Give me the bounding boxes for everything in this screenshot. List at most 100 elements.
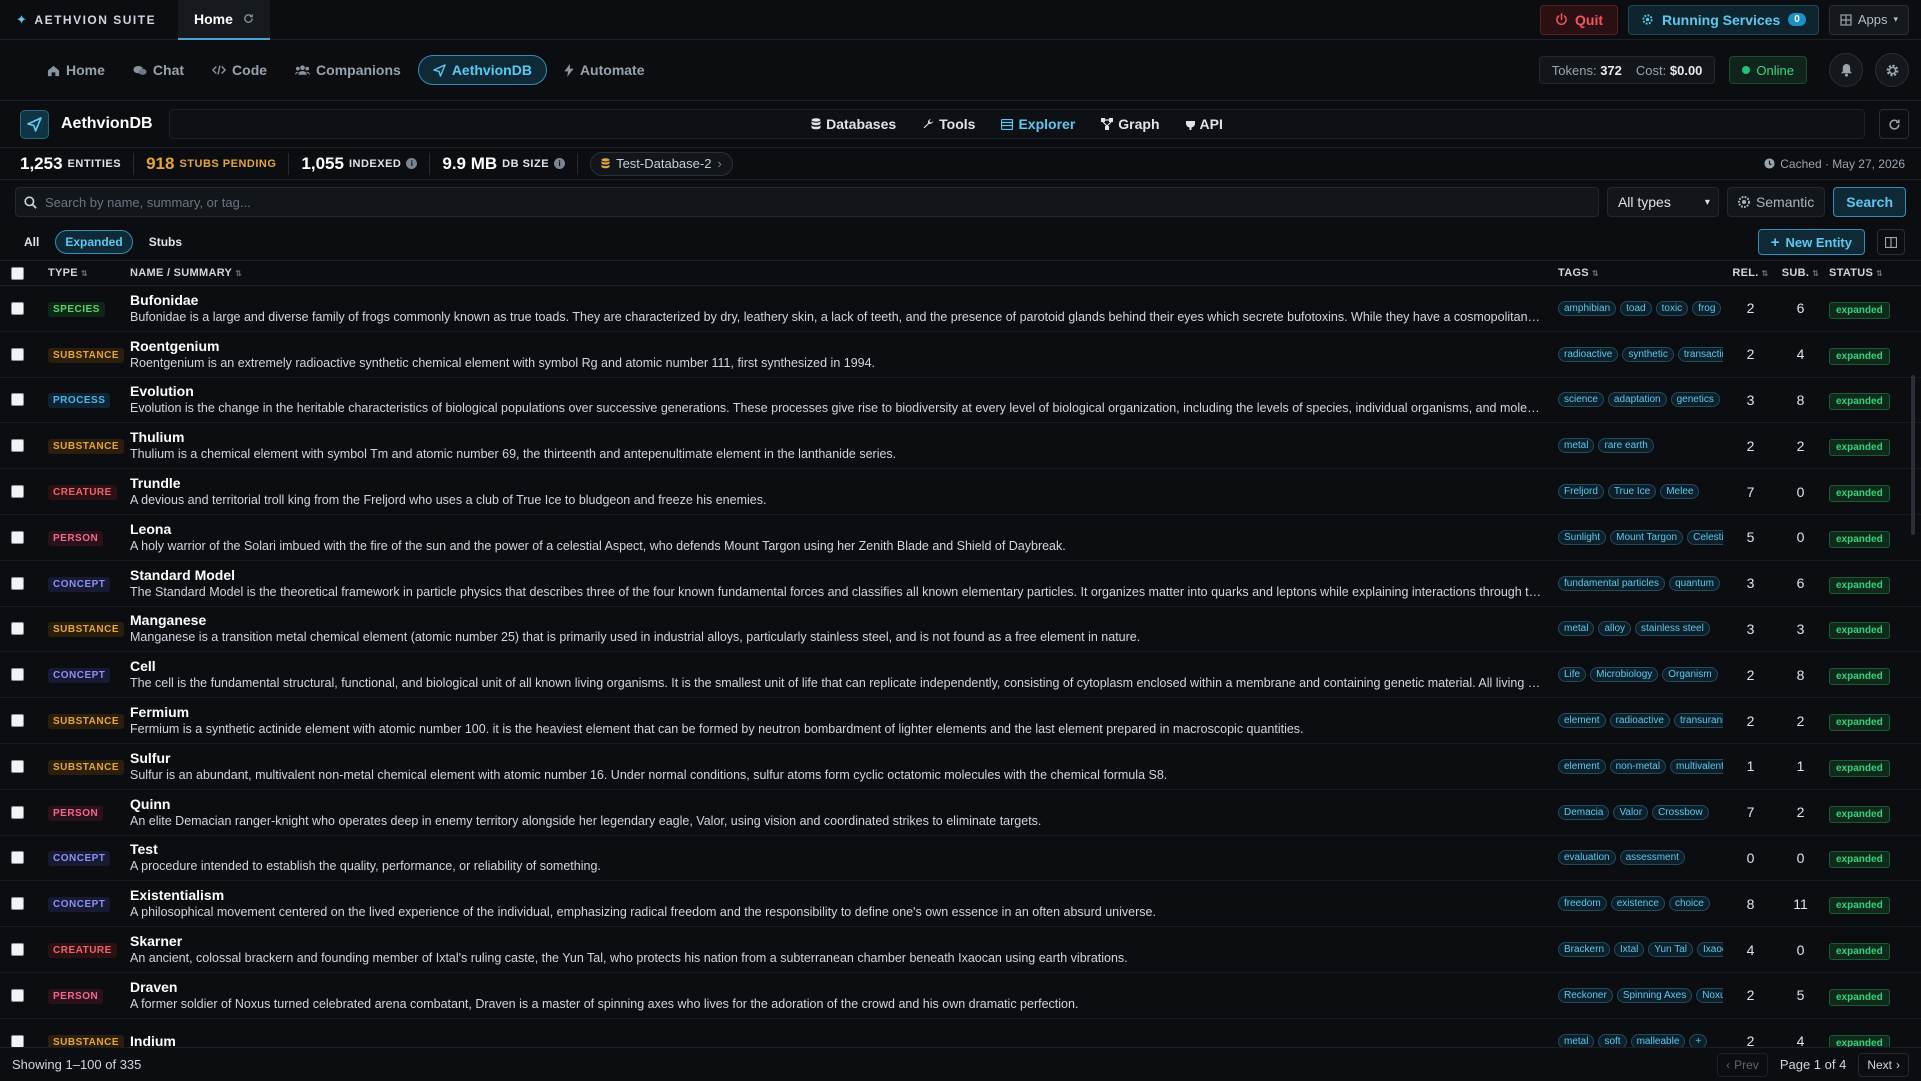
table-row[interactable]: SUBSTANCE Sulfur Sulfur is an abundant, mu… xyxy=(0,744,1921,790)
table-row[interactable]: CREATURE Skarner An ancient, colossal brac… xyxy=(0,927,1921,973)
table-row[interactable]: CONCEPT Test A procedure intended to estab… xyxy=(0,836,1921,882)
entity-name[interactable]: Evolution xyxy=(130,383,1542,400)
table-row[interactable]: PERSON Draven A former soldier of Noxus tu… xyxy=(0,973,1921,1019)
type-filter-select[interactable]: All types ▾ xyxy=(1606,187,1719,217)
quit-button[interactable]: Quit xyxy=(1540,4,1618,35)
tag-chip[interactable]: transactinide xyxy=(1677,346,1723,362)
row-checkbox[interactable] xyxy=(11,805,24,819)
tag-chip[interactable]: adaptation xyxy=(1607,392,1667,408)
entity-name[interactable]: Roentgenium xyxy=(130,338,1542,355)
entity-name[interactable]: Standard Model xyxy=(130,567,1542,584)
tab-databases[interactable]: Databases xyxy=(811,116,896,132)
tag-chip[interactable]: Freljord xyxy=(1558,484,1604,500)
tab-tools[interactable]: Tools xyxy=(922,116,975,132)
table-row[interactable]: SUBSTANCE Thulium Thulium is a chemical el… xyxy=(0,423,1921,470)
tag-chip[interactable]: Valor xyxy=(1613,804,1649,820)
search-button[interactable]: Search xyxy=(1833,187,1906,217)
tag-chip[interactable]: element xyxy=(1558,713,1606,729)
new-entity-button[interactable]: + New Entity xyxy=(1757,229,1865,255)
tag-chip[interactable]: multivalent xyxy=(1670,758,1723,774)
tag-chip[interactable]: quantum xyxy=(1669,575,1720,591)
info-icon[interactable]: i xyxy=(554,158,566,169)
tag-chip[interactable]: genetics xyxy=(1670,392,1720,408)
tag-chip[interactable]: non-metal xyxy=(1609,758,1667,774)
row-checkbox[interactable] xyxy=(11,897,24,911)
tag-chip[interactable]: science xyxy=(1558,392,1604,408)
nav-chat[interactable]: Chat xyxy=(122,55,195,85)
row-checkbox[interactable] xyxy=(11,943,24,957)
nav-automate[interactable]: Automate xyxy=(553,55,656,85)
nav-aethviondb[interactable]: AethvionDB xyxy=(417,55,547,85)
tag-chip[interactable]: Brackern xyxy=(1558,942,1611,958)
tag-chip[interactable]: toxic xyxy=(1655,300,1689,316)
tag-chip[interactable]: radioactive xyxy=(1558,346,1619,362)
entity-name[interactable]: Existentialism xyxy=(130,887,1542,904)
running-services-button[interactable]: Running Services 0 xyxy=(1628,4,1819,35)
entity-name[interactable]: Fermium xyxy=(130,704,1542,721)
nav-companions[interactable]: Companions xyxy=(284,55,412,85)
table-row[interactable]: PROCESS Evolution Evolution is the change … xyxy=(0,378,1921,424)
info-icon[interactable]: i xyxy=(406,158,418,169)
entity-name[interactable]: Bufonidae xyxy=(130,292,1542,309)
tag-chip[interactable]: Mount Targon xyxy=(1610,529,1684,545)
row-checkbox[interactable] xyxy=(11,1034,24,1048)
tag-chip[interactable]: freedom xyxy=(1558,896,1607,912)
tag-chip[interactable]: Crossbow xyxy=(1652,804,1709,820)
settings-button[interactable] xyxy=(1875,53,1909,87)
row-checkbox[interactable] xyxy=(11,988,24,1002)
select-all-checkbox[interactable] xyxy=(11,266,24,280)
tab-graph[interactable]: Graph xyxy=(1101,116,1160,132)
tag-chip[interactable]: Life xyxy=(1558,667,1587,683)
tag-chip[interactable]: alloy xyxy=(1598,621,1632,637)
columns-toggle-button[interactable] xyxy=(1877,229,1905,255)
header-rel[interactable]: REL. ⇅ xyxy=(1723,267,1778,279)
tag-chip[interactable]: Ixtal xyxy=(1614,942,1645,958)
filter-all[interactable]: All xyxy=(14,230,49,254)
tag-chip[interactable]: Yun Tal xyxy=(1648,942,1693,958)
row-checkbox[interactable] xyxy=(11,530,24,544)
tag-chip[interactable]: stainless steel xyxy=(1635,621,1710,637)
apps-button[interactable]: Apps ▾ xyxy=(1828,4,1909,35)
search-input[interactable] xyxy=(45,194,1590,210)
table-row[interactable]: CONCEPT Cell The cell is the fundamental s… xyxy=(0,652,1921,699)
tag-chip[interactable]: transuranic xyxy=(1673,713,1723,729)
entity-name[interactable]: Leona xyxy=(130,521,1542,538)
entity-name[interactable]: Cell xyxy=(130,658,1542,675)
tag-chip[interactable]: element xyxy=(1558,758,1606,774)
row-checkbox[interactable] xyxy=(11,668,24,682)
table-row[interactable]: SPECIES Bufonidae Bufonidae is a large and… xyxy=(0,286,1921,332)
filter-expanded[interactable]: Expanded xyxy=(55,230,133,254)
table-row[interactable]: PERSON Leona A holy warrior of the Solari … xyxy=(0,515,1921,561)
notifications-button[interactable] xyxy=(1829,53,1863,87)
tag-chip[interactable]: frog xyxy=(1692,300,1722,316)
database-selector[interactable]: Test-Database-2 › xyxy=(590,151,733,176)
tag-chip[interactable]: Demacia xyxy=(1558,804,1610,820)
filter-stubs[interactable]: Stubs xyxy=(139,230,192,254)
tag-chip[interactable]: existence xyxy=(1610,896,1665,912)
tag-chip[interactable]: Melee xyxy=(1660,484,1700,500)
refresh-button[interactable] xyxy=(1879,109,1909,139)
entity-name[interactable]: Quinn xyxy=(130,796,1542,813)
tab-api[interactable]: API xyxy=(1185,116,1223,132)
header-type[interactable]: TYPE ⇅ xyxy=(48,267,130,279)
tag-chip[interactable]: Noxus xyxy=(1696,987,1723,1003)
tag-chip[interactable]: toad xyxy=(1620,300,1652,316)
table-row[interactable]: CONCEPT Existentialism A philosophical mov… xyxy=(0,881,1921,928)
nav-home[interactable]: Home xyxy=(36,55,116,85)
tab-explorer[interactable]: Explorer xyxy=(1001,116,1075,132)
tag-chip[interactable]: Sunlight xyxy=(1558,529,1607,545)
row-checkbox[interactable] xyxy=(11,347,24,361)
tag-chip[interactable]: metal xyxy=(1558,621,1595,637)
row-checkbox[interactable] xyxy=(11,301,24,315)
tag-chip[interactable]: choice xyxy=(1668,896,1710,912)
header-tags[interactable]: TAGS ⇅ xyxy=(1558,267,1723,279)
header-status[interactable]: STATUS ⇅ xyxy=(1823,267,1910,279)
row-checkbox[interactable] xyxy=(11,439,24,453)
row-checkbox[interactable] xyxy=(11,485,24,499)
table-row[interactable]: CREATURE Trundle A devious and territorial… xyxy=(0,469,1921,515)
tag-chip[interactable]: Reckoner xyxy=(1558,987,1613,1003)
tag-chip[interactable]: Organism xyxy=(1662,667,1718,683)
header-name[interactable]: NAME / SUMMARY ⇅ xyxy=(130,267,1558,279)
semantic-toggle[interactable]: Semantic xyxy=(1726,187,1826,217)
entity-name[interactable]: Manganese xyxy=(130,612,1542,629)
